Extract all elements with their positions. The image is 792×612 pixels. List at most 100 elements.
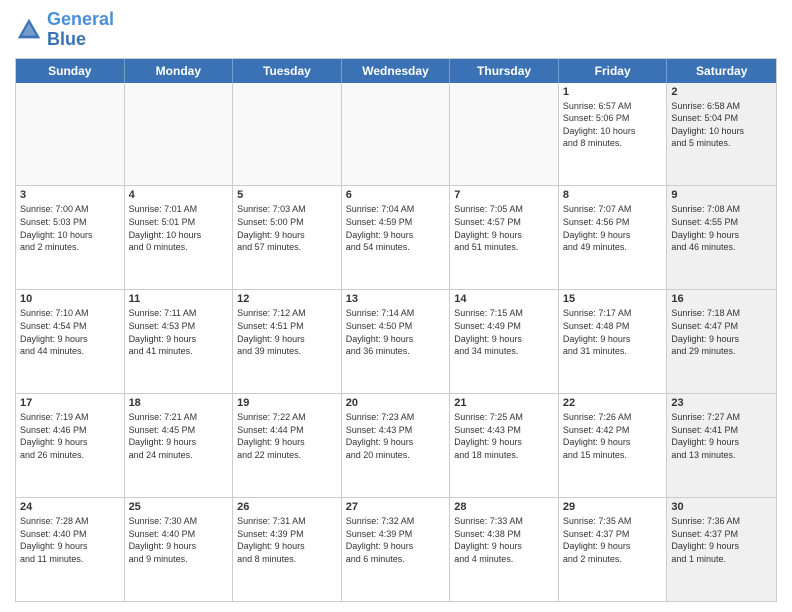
day-cell-16: 16Sunrise: 7:18 AMSunset: 4:47 PMDayligh… <box>667 290 776 393</box>
day-info: Sunrise: 7:12 AMSunset: 4:51 PMDaylight:… <box>237 307 337 357</box>
day-number: 19 <box>237 397 337 409</box>
header-day-wednesday: Wednesday <box>342 59 451 83</box>
header-day-sunday: Sunday <box>16 59 125 83</box>
logo: General Blue <box>15 10 114 50</box>
day-info: Sunrise: 7:07 AMSunset: 4:56 PMDaylight:… <box>563 203 663 253</box>
empty-cell <box>125 83 234 186</box>
day-number: 12 <box>237 293 337 305</box>
day-cell-4: 4 Sunrise: 7:01 AMSunset: 5:01 PMDaylight… <box>125 186 234 289</box>
day-info: Sunrise: 7:08 AMSunset: 4:55 PMDaylight:… <box>671 203 772 253</box>
day-number: 3 <box>20 189 120 201</box>
day-number: 17 <box>20 397 120 409</box>
day-info: Sunrise: 7:28 AMSunset: 4:40 PMDaylight:… <box>20 515 120 565</box>
calendar: SundayMondayTuesdayWednesdayThursdayFrid… <box>15 58 777 602</box>
day-cell-24: 24Sunrise: 7:28 AMSunset: 4:40 PMDayligh… <box>16 498 125 601</box>
day-number: 4 <box>129 189 229 201</box>
day-info: Sunrise: 7:11 AMSunset: 4:53 PMDaylight:… <box>129 307 229 357</box>
day-info: Sunrise: 7:26 AMSunset: 4:42 PMDaylight:… <box>563 411 663 461</box>
logo-icon <box>15 16 43 44</box>
empty-cell <box>233 83 342 186</box>
day-info: Sunrise: 7:17 AMSunset: 4:48 PMDaylight:… <box>563 307 663 357</box>
day-cell-9: 9 Sunrise: 7:08 AMSunset: 4:55 PMDaylight… <box>667 186 776 289</box>
cal-week-4: 17 Sunrise: 7:19 AMSunset: 4:46 PMDayligh… <box>16 394 776 498</box>
empty-cell <box>450 83 559 186</box>
day-info: Sunrise: 7:36 AMSunset: 4:37 PMDaylight:… <box>671 515 772 565</box>
day-cell-6: 6 Sunrise: 7:04 AMSunset: 4:59 PMDaylight… <box>342 186 451 289</box>
day-info: Sunrise: 7:19 AMSunset: 4:46 PMDaylight:… <box>20 411 120 461</box>
day-info: Sunrise: 7:25 AMSunset: 4:43 PMDaylight:… <box>454 411 554 461</box>
day-number: 13 <box>346 293 446 305</box>
header-day-monday: Monday <box>125 59 234 83</box>
day-number: 8 <box>563 189 663 201</box>
cal-week-3: 10 Sunrise: 7:10 AMSunset: 4:54 PMDayligh… <box>16 290 776 394</box>
empty-cell <box>342 83 451 186</box>
day-number: 29 <box>563 501 663 513</box>
day-info: Sunrise: 7:22 AMSunset: 4:44 PMDaylight:… <box>237 411 337 461</box>
day-number: 11 <box>129 293 229 305</box>
day-number: 21 <box>454 397 554 409</box>
logo-text: General Blue <box>47 10 114 50</box>
day-number: 18 <box>129 397 229 409</box>
day-cell-17: 17 Sunrise: 7:19 AMSunset: 4:46 PMDayligh… <box>16 394 125 497</box>
header-day-friday: Friday <box>559 59 668 83</box>
day-cell-2: 2 Sunrise: 6:58 AMSunset: 5:04 PMDaylight… <box>667 83 776 186</box>
header-day-thursday: Thursday <box>450 59 559 83</box>
day-info: Sunrise: 7:04 AMSunset: 4:59 PMDaylight:… <box>346 203 446 253</box>
day-cell-14: 14 Sunrise: 7:15 AMSunset: 4:49 PMDayligh… <box>450 290 559 393</box>
day-info: Sunrise: 7:21 AMSunset: 4:45 PMDaylight:… <box>129 411 229 461</box>
calendar-header: SundayMondayTuesdayWednesdayThursdayFrid… <box>16 59 776 83</box>
day-cell-26: 26 Sunrise: 7:31 AMSunset: 4:39 PMDayligh… <box>233 498 342 601</box>
day-cell-15: 15Sunrise: 7:17 AMSunset: 4:48 PMDayligh… <box>559 290 668 393</box>
day-cell-1: 1 Sunrise: 6:57 AMSunset: 5:06 PMDaylight… <box>559 83 668 186</box>
day-number: 9 <box>671 189 772 201</box>
day-info: Sunrise: 7:03 AMSunset: 5:00 PMDaylight:… <box>237 203 337 253</box>
day-cell-27: 27Sunrise: 7:32 AMSunset: 4:39 PMDayligh… <box>342 498 451 601</box>
day-number: 26 <box>237 501 337 513</box>
cal-week-1: 1 Sunrise: 6:57 AMSunset: 5:06 PMDaylight… <box>16 83 776 187</box>
day-info: Sunrise: 7:27 AMSunset: 4:41 PMDaylight:… <box>671 411 772 461</box>
day-info: Sunrise: 7:10 AMSunset: 4:54 PMDaylight:… <box>20 307 120 357</box>
day-info: Sunrise: 6:58 AMSunset: 5:04 PMDaylight:… <box>671 100 772 150</box>
day-cell-23: 23 Sunrise: 7:27 AMSunset: 4:41 PMDayligh… <box>667 394 776 497</box>
header: General Blue <box>15 10 777 50</box>
day-cell-28: 28Sunrise: 7:33 AMSunset: 4:38 PMDayligh… <box>450 498 559 601</box>
day-info: Sunrise: 6:57 AMSunset: 5:06 PMDaylight:… <box>563 100 663 150</box>
day-number: 1 <box>563 86 663 98</box>
day-cell-3: 3 Sunrise: 7:00 AMSunset: 5:03 PMDaylight… <box>16 186 125 289</box>
day-number: 22 <box>563 397 663 409</box>
day-info: Sunrise: 7:30 AMSunset: 4:40 PMDaylight:… <box>129 515 229 565</box>
day-info: Sunrise: 7:15 AMSunset: 4:49 PMDaylight:… <box>454 307 554 357</box>
day-number: 14 <box>454 293 554 305</box>
header-day-saturday: Saturday <box>667 59 776 83</box>
day-cell-13: 13 Sunrise: 7:14 AMSunset: 4:50 PMDayligh… <box>342 290 451 393</box>
day-cell-22: 22 Sunrise: 7:26 AMSunset: 4:42 PMDayligh… <box>559 394 668 497</box>
day-cell-11: 11 Sunrise: 7:11 AMSunset: 4:53 PMDayligh… <box>125 290 234 393</box>
day-info: Sunrise: 7:14 AMSunset: 4:50 PMDaylight:… <box>346 307 446 357</box>
calendar-body: 1 Sunrise: 6:57 AMSunset: 5:06 PMDaylight… <box>16 83 776 601</box>
day-number: 16 <box>671 293 772 305</box>
day-number: 30 <box>671 501 772 513</box>
day-info: Sunrise: 7:05 AMSunset: 4:57 PMDaylight:… <box>454 203 554 253</box>
day-number: 7 <box>454 189 554 201</box>
day-number: 10 <box>20 293 120 305</box>
day-cell-25: 25 Sunrise: 7:30 AMSunset: 4:40 PMDayligh… <box>125 498 234 601</box>
day-cell-18: 18 Sunrise: 7:21 AMSunset: 4:45 PMDayligh… <box>125 394 234 497</box>
day-cell-20: 20Sunrise: 7:23 AMSunset: 4:43 PMDayligh… <box>342 394 451 497</box>
day-number: 28 <box>454 501 554 513</box>
day-cell-8: 8 Sunrise: 7:07 AMSunset: 4:56 PMDaylight… <box>559 186 668 289</box>
day-info: Sunrise: 7:35 AMSunset: 4:37 PMDaylight:… <box>563 515 663 565</box>
day-number: 2 <box>671 86 772 98</box>
day-cell-30: 30 Sunrise: 7:36 AMSunset: 4:37 PMDayligh… <box>667 498 776 601</box>
cal-week-2: 3 Sunrise: 7:00 AMSunset: 5:03 PMDaylight… <box>16 186 776 290</box>
day-info: Sunrise: 7:01 AMSunset: 5:01 PMDaylight:… <box>129 203 229 253</box>
day-number: 23 <box>671 397 772 409</box>
day-number: 6 <box>346 189 446 201</box>
day-info: Sunrise: 7:31 AMSunset: 4:39 PMDaylight:… <box>237 515 337 565</box>
header-day-tuesday: Tuesday <box>233 59 342 83</box>
day-number: 25 <box>129 501 229 513</box>
day-info: Sunrise: 7:00 AMSunset: 5:03 PMDaylight:… <box>20 203 120 253</box>
day-cell-21: 21 Sunrise: 7:25 AMSunset: 4:43 PMDayligh… <box>450 394 559 497</box>
day-cell-7: 7 Sunrise: 7:05 AMSunset: 4:57 PMDaylight… <box>450 186 559 289</box>
day-cell-10: 10 Sunrise: 7:10 AMSunset: 4:54 PMDayligh… <box>16 290 125 393</box>
day-cell-5: 5Sunrise: 7:03 AMSunset: 5:00 PMDaylight… <box>233 186 342 289</box>
